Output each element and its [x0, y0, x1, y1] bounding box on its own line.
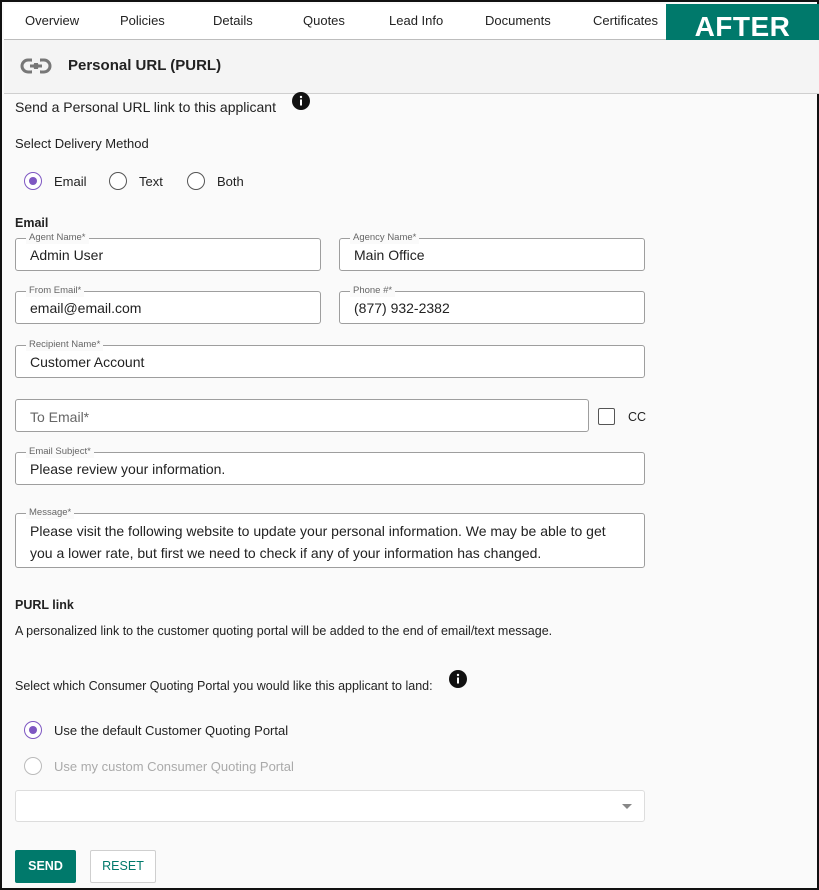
radio-default-portal[interactable]: [24, 721, 42, 739]
app-frame: Overview Policies Details Quotes Lead In…: [0, 0, 819, 890]
recipient-name-value: Customer Account: [30, 354, 145, 370]
radio-email-label: Email: [54, 174, 87, 189]
send-button[interactable]: SEND: [15, 850, 76, 883]
agent-name-field[interactable]: Agent Name* Admin User: [15, 232, 321, 271]
reset-button[interactable]: RESET: [90, 850, 156, 883]
delivery-method-label: Select Delivery Method: [15, 136, 149, 151]
radio-both[interactable]: [187, 172, 205, 190]
email-section-heading: Email: [15, 216, 49, 230]
agency-name-field[interactable]: Agency Name* Main Office: [339, 232, 645, 271]
tab-quotes[interactable]: Quotes: [303, 4, 345, 40]
info-icon[interactable]: [449, 670, 467, 688]
radio-text-label: Text: [139, 174, 163, 189]
message-value: Please visit the following website to up…: [30, 523, 606, 561]
agency-name-label: Agency Name*: [350, 232, 420, 244]
tab-details[interactable]: Details: [213, 4, 253, 40]
radio-email[interactable]: [24, 172, 42, 190]
recipient-name-field[interactable]: Recipient Name* Customer Account: [15, 339, 645, 378]
tab-policies[interactable]: Policies: [120, 4, 165, 40]
from-email-value: email@email.com: [30, 300, 142, 316]
email-subject-label: Email Subject*: [26, 446, 94, 458]
phone-value: (877) 932-2382: [354, 300, 450, 316]
custom-portal-select[interactable]: [15, 790, 645, 822]
tab-overview[interactable]: Overview: [25, 4, 79, 40]
chevron-down-icon: [622, 804, 632, 809]
purl-description: A personalized link to the customer quot…: [15, 624, 553, 638]
from-email-label: From Email*: [26, 285, 85, 297]
phone-label: Phone #*: [350, 285, 396, 297]
purl-heading: PURL link: [15, 598, 74, 612]
recipient-name-label: Recipient Name*: [26, 339, 104, 351]
email-subject-field[interactable]: Email Subject* Please review your inform…: [15, 446, 645, 485]
email-subject-value: Please review your information.: [30, 461, 226, 477]
intro-text: Send a Personal URL link to this applica…: [15, 99, 276, 115]
tab-certificates[interactable]: Certificates: [593, 4, 658, 40]
from-email-field[interactable]: From Email* email@email.com: [15, 285, 321, 324]
radio-text[interactable]: [109, 172, 127, 190]
to-email-placeholder: To Email*: [30, 409, 90, 425]
message-label: Message*: [26, 507, 75, 519]
info-icon[interactable]: [292, 92, 310, 110]
agent-name-value: Admin User: [30, 247, 104, 263]
portal-select-label: Select which Consumer Quoting Portal you…: [15, 679, 433, 693]
radio-custom-portal-label: Use my custom Consumer Quoting Portal: [54, 759, 294, 774]
tab-bar: Overview Policies Details Quotes Lead In…: [4, 4, 819, 52]
agent-name-label: Agent Name*: [26, 232, 89, 244]
agency-name-value: Main Office: [354, 247, 425, 263]
panel-header: Personal URL (PURL): [4, 40, 819, 94]
cc-label: CC: [628, 410, 647, 424]
tab-documents[interactable]: Documents: [485, 4, 551, 40]
to-email-field[interactable]: To Email*: [15, 399, 589, 432]
page-title: Personal URL (PURL): [68, 57, 222, 74]
radio-default-portal-label: Use the default Customer Quoting Portal: [54, 723, 289, 738]
radio-both-label: Both: [217, 174, 244, 189]
phone-field[interactable]: Phone #* (877) 932-2382: [339, 285, 645, 324]
cc-checkbox[interactable]: [598, 408, 615, 425]
radio-custom-portal[interactable]: [24, 757, 42, 775]
link-icon: [20, 58, 52, 74]
tab-lead-info[interactable]: Lead Info: [389, 4, 443, 40]
message-field[interactable]: Message* Please visit the following webs…: [15, 507, 645, 568]
